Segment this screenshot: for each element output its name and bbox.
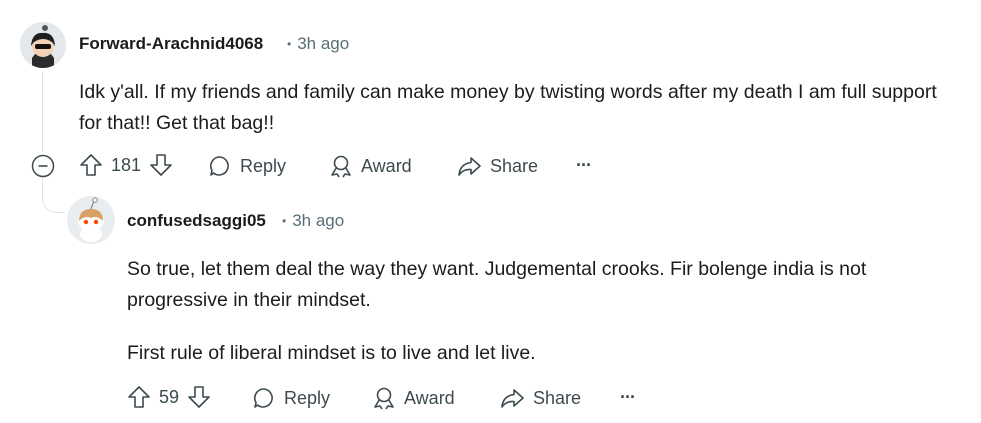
collapse-minus-icon (31, 154, 55, 178)
separator-dot: • (287, 37, 292, 51)
comment-meta: • 3h ago (282, 211, 344, 231)
comment-body-paragraph: So true, let them deal the way they want… (127, 258, 867, 311)
award-label: Award (361, 155, 412, 176)
username[interactable]: confusedsaggi05 (127, 211, 266, 231)
avatar[interactable] (67, 196, 115, 244)
timestamp[interactable]: 3h ago (292, 211, 344, 231)
award-button[interactable]: Award (372, 386, 455, 410)
timestamp[interactable]: 3h ago (297, 34, 349, 54)
share-arrow-icon (456, 154, 482, 178)
comment-body: Idk y'all. If my friends and family can … (79, 81, 937, 134)
vote-count: 59 (159, 386, 180, 407)
downvote-icon[interactable] (187, 384, 211, 410)
upvote-icon[interactable] (127, 384, 151, 410)
award-icon (329, 154, 353, 178)
award-icon (372, 386, 396, 410)
vote-count: 181 (111, 154, 142, 175)
snoo-avatar-icon (20, 22, 66, 68)
snoo-avatar-icon (67, 196, 115, 244)
share-arrow-icon (499, 386, 525, 410)
reply-button[interactable]: Reply (208, 154, 286, 178)
reply-label: Reply (284, 387, 331, 408)
upvote-icon[interactable] (79, 152, 103, 178)
award-label: Award (404, 387, 455, 408)
thread-connector (42, 178, 65, 213)
username[interactable]: Forward-Arachnid4068 (79, 34, 263, 54)
comment-meta: • 3h ago (287, 34, 349, 54)
thread-line[interactable] (42, 72, 43, 152)
vote-group: 181 (79, 152, 173, 178)
collapse-button[interactable] (31, 154, 55, 178)
downvote-icon[interactable] (149, 152, 173, 178)
separator-dot: • (282, 214, 287, 228)
share-label: Share (533, 387, 582, 408)
avatar[interactable] (20, 22, 66, 68)
share-button[interactable]: Share (456, 154, 538, 178)
more-options-icon: ··· (620, 387, 636, 407)
reply-bubble-icon (252, 386, 276, 410)
reply-label: Reply (240, 155, 287, 176)
share-button[interactable]: Share (499, 386, 581, 410)
award-button[interactable]: Award (329, 154, 412, 178)
more-options-button[interactable]: ··· (620, 387, 636, 408)
more-options-icon: ··· (576, 155, 592, 175)
comment-body-paragraph: First rule of liberal mindset is to live… (127, 342, 536, 364)
reply-bubble-icon (208, 154, 232, 178)
vote-group: 59 (127, 384, 211, 410)
more-options-button[interactable]: ··· (576, 155, 592, 176)
reply-button[interactable]: Reply (252, 386, 330, 410)
share-label: Share (490, 155, 539, 176)
